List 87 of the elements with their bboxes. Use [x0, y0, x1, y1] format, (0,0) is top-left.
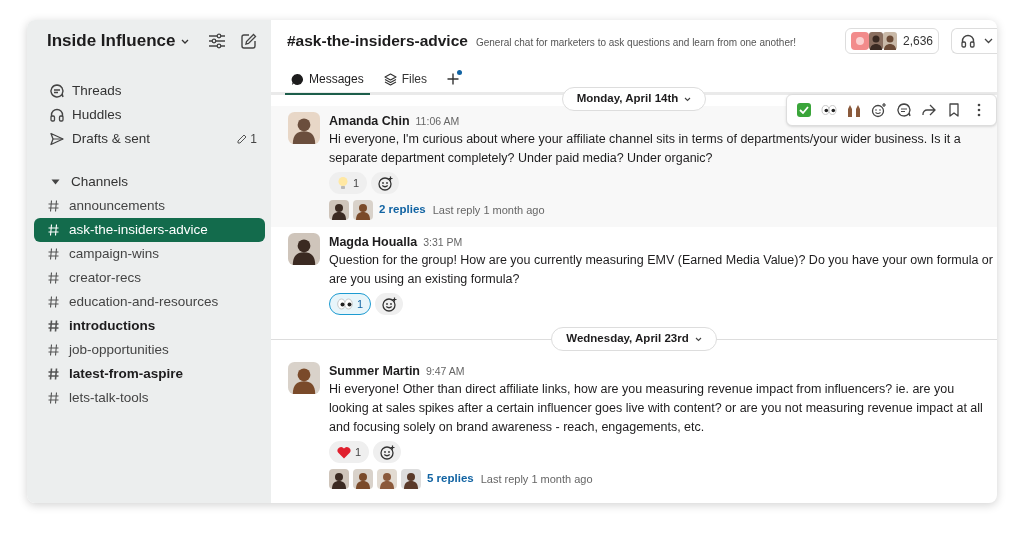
- smiley-plus-icon[interactable]: [871, 102, 887, 118]
- channel-item[interactable]: campaign-wins: [34, 242, 265, 266]
- channel-title: #ask-the-insiders-advice: [287, 31, 468, 52]
- author-name[interactable]: Summer Martin: [329, 362, 420, 380]
- reaction-button[interactable]: 1: [329, 172, 368, 194]
- replies-link[interactable]: 2 replies: [379, 201, 426, 219]
- caret-icon: [984, 38, 993, 44]
- smiley-plus-icon: [381, 296, 397, 312]
- channel-item[interactable]: creator-recs: [34, 266, 265, 290]
- replies-link[interactable]: 5 replies: [427, 470, 474, 488]
- add-reaction-button[interactable]: [375, 293, 404, 315]
- message-text: Hi everyone! Other than direct affiliate links, how are you measuring revenue impact from influencers? ie. are you looking at sales spikes after a certain influencer goes live with content? or are you not measuring revenue impact at all and focusing solely on brand awareness - reach, engagements, etc.: [329, 381, 984, 436]
- sidebar-item[interactable]: Huddles: [34, 103, 265, 127]
- last-reply-text: Last reply 1 month ago: [432, 202, 545, 218]
- comment-icon[interactable]: [896, 102, 912, 118]
- tab[interactable]: Files: [377, 65, 434, 95]
- avatar-icon: [353, 469, 373, 489]
- date-divider-button[interactable]: Monday, April 14th: [561, 87, 707, 111]
- channel-item[interactable]: introductions: [34, 314, 265, 338]
- caret-icon: [181, 39, 190, 45]
- channel-item[interactable]: lets-talk-tools: [34, 386, 265, 410]
- lightbulb-icon: [337, 176, 349, 190]
- layers-icon: [383, 72, 397, 86]
- hash-icon: [48, 296, 59, 308]
- timestamp: 11:06 AM: [415, 114, 460, 129]
- hash-icon: [48, 248, 59, 260]
- avatar-icon: [353, 200, 373, 220]
- hash-icon: [48, 272, 59, 284]
- plus-icon: [447, 73, 460, 85]
- caret-icon: [684, 96, 692, 102]
- avatar-icon: [288, 362, 320, 394]
- avatar-icon: [329, 200, 349, 220]
- channel-item[interactable]: latest-from-aspire: [34, 362, 265, 386]
- huddle-button[interactable]: [951, 28, 997, 54]
- smiley-plus-icon: [377, 175, 393, 191]
- add-reaction-button[interactable]: [373, 441, 402, 463]
- reaction-button[interactable]: 1: [329, 293, 372, 315]
- chat-bubble-icon: [291, 72, 304, 86]
- members-button[interactable]: 2,636: [844, 28, 939, 54]
- channel-item[interactable]: ask-the-insiders-advice: [34, 218, 265, 242]
- compose-icon[interactable]: [240, 32, 257, 50]
- avatar-icon: [401, 469, 421, 489]
- group-logo-icon: [850, 32, 869, 50]
- smiley-plus-icon: [379, 444, 395, 460]
- add-reaction-button[interactable]: [371, 172, 400, 194]
- author-name[interactable]: Magda Houalla: [329, 233, 418, 251]
- eyes-icon[interactable]: [821, 102, 837, 118]
- hash-icon: [48, 320, 59, 332]
- sidebar-item[interactable]: Threads: [34, 79, 265, 103]
- channels-section-header[interactable]: Channels: [34, 170, 265, 194]
- sidebar-item[interactable]: Drafts & sent 1: [34, 127, 265, 151]
- heart-icon: [337, 445, 351, 459]
- hash-icon: [48, 200, 59, 212]
- headphones-icon: [960, 33, 976, 49]
- date-divider-button[interactable]: Wednesday, April 23rd: [551, 327, 717, 351]
- avatar-icon: [329, 469, 349, 489]
- avatar-icon: [288, 233, 320, 265]
- tab[interactable]: Messages: [285, 65, 370, 95]
- avatar-icon: [288, 112, 320, 144]
- bookmark-icon[interactable]: [946, 102, 962, 118]
- hash-icon: [48, 392, 59, 404]
- channel-item[interactable]: job-opportunities: [34, 338, 265, 362]
- message-text: Hi everyone, I'm curious about where your affiliate channel sits in terms of departments/your wider business. Is it a separate department completely? Under paid media? Under organic?: [329, 131, 962, 167]
- timestamp: 3:31 PM: [423, 235, 463, 250]
- last-reply-text: Last reply 1 month ago: [480, 471, 593, 487]
- hash-icon: [48, 224, 59, 236]
- eyes-icon: [337, 298, 353, 310]
- channel-item[interactable]: education-and-resources: [34, 290, 265, 314]
- workspace-switcher[interactable]: Inside Influence: [47, 28, 190, 54]
- avatar-icon: [377, 469, 397, 489]
- filter-icon[interactable]: [208, 33, 226, 49]
- threads-icon: [49, 83, 65, 99]
- author-name[interactable]: Amanda Chin: [329, 112, 410, 130]
- share-arrow-icon[interactable]: [921, 102, 937, 118]
- caret-icon: [694, 336, 702, 342]
- timestamp: 9:47 AM: [426, 364, 465, 379]
- send-icon: [49, 131, 65, 147]
- draft-count: 1: [237, 130, 257, 148]
- hash-icon: [48, 344, 59, 356]
- headphones-icon: [49, 107, 65, 123]
- reaction-button[interactable]: 1: [329, 441, 370, 463]
- hash-icon: [48, 368, 59, 380]
- channel-description: General chat for marketers to ask questions and learn from one another!: [475, 35, 797, 50]
- checkmark-icon[interactable]: [796, 102, 812, 118]
- message-text: Question for the group! How are you currently measuring EMV (Earned Media Value)? Do you have your own formula or are you using an existing formula?: [329, 252, 993, 288]
- channel-item[interactable]: announcements: [34, 194, 265, 218]
- pencil-icon: [237, 134, 248, 144]
